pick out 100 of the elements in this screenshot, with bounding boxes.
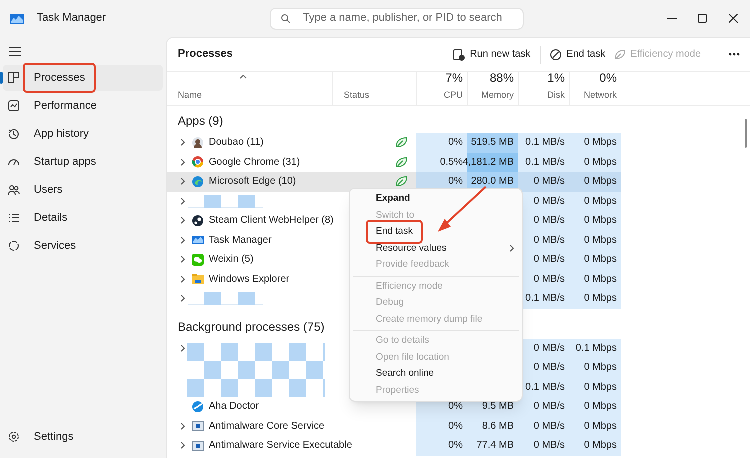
table-cell: 0 Mbps: [569, 152, 621, 172]
process-name[interactable]: Aha Doctor: [209, 399, 260, 414]
sidebar-item[interactable]: App history: [3, 121, 163, 147]
sidebar-item[interactable]: Users: [3, 177, 163, 203]
selection-indicator: [0, 72, 3, 84]
sidebar-item[interactable]: Services: [3, 233, 163, 259]
table-cell: 0 MB/s: [518, 172, 569, 192]
table-cell: 0 MB/s: [518, 397, 569, 416]
search-field[interactable]: Type a name, publisher, or PID to search: [270, 8, 524, 30]
table-cell: 0 Mbps: [569, 211, 621, 230]
sidebar-label: Details: [34, 210, 68, 226]
chevron-right-icon[interactable]: [181, 198, 185, 205]
table-cell: 0 MB/s: [518, 416, 569, 436]
process-name[interactable]: Google Chrome (31): [209, 154, 300, 170]
chevron-right-icon[interactable]: [181, 178, 185, 186]
table-cell: 0.1 MB/s: [518, 152, 569, 172]
sidebar-item[interactable]: Details: [3, 205, 163, 231]
usage-percent: 7%: [446, 70, 463, 86]
sidebar-label: Processes: [23, 62, 96, 94]
app-logo-icon: [10, 14, 24, 24]
process-name[interactable]: Task Manager: [209, 232, 272, 248]
swirl-logo-icon: [192, 400, 204, 413]
page-title: Processes: [178, 47, 234, 62]
usage-percent: 1%: [548, 70, 565, 86]
chevron-right-icon[interactable]: [181, 139, 185, 146]
process-name[interactable]: Windows Explorer: [209, 272, 290, 287]
maximize-icon[interactable]: [698, 14, 707, 23]
chevron-right-icon[interactable]: [181, 276, 185, 283]
more-icon[interactable]: [729, 53, 740, 56]
prohibit-icon: [550, 48, 562, 60]
chevron-right-icon[interactable]: [181, 442, 185, 450]
column-header[interactable]: Name: [178, 88, 332, 102]
run-task-icon: [453, 48, 466, 60]
table-cell: 8.6 MB: [467, 416, 518, 436]
steam-logo-icon: [192, 214, 204, 227]
sidebar-item[interactable]: Startup apps: [3, 149, 163, 175]
sidebar-label: App history: [34, 126, 90, 142]
column-header[interactable]: CPU: [444, 88, 463, 102]
table-cell: 0 Mbps: [569, 192, 621, 211]
table-cell: 0 Mbps: [569, 133, 621, 152]
processes-icon: [8, 72, 20, 84]
table-cell: 77.4 MB: [467, 436, 518, 456]
menu-item[interactable]: Resource values: [376, 242, 447, 256]
table-cell: 0 Mbps: [569, 436, 621, 456]
table-cell: 0.1 MB/s: [518, 133, 569, 152]
chevron-right-icon[interactable]: [181, 217, 185, 224]
menu-item[interactable]: Expand: [376, 192, 410, 206]
chrome-logo-icon: [192, 156, 204, 168]
sidebar-label: Performance: [34, 98, 97, 114]
scroll-thumb[interactable]: [745, 119, 747, 148]
column-header[interactable]: Status: [344, 88, 416, 102]
process-name[interactable]: Microsoft Edge (10): [209, 174, 296, 190]
services-icon: [8, 240, 20, 252]
menu-icon[interactable]: [9, 47, 21, 56]
process-name[interactable]: Doubao (11): [209, 135, 264, 150]
process-name[interactable]: Steam Client WebHelper (8): [209, 213, 334, 228]
table-cell: 0 Mbps: [569, 230, 621, 250]
window-app-icon: [192, 420, 204, 432]
row-highlight[interactable]: Microsoft Edge (10): [167, 172, 332, 192]
annotation-arrow: [438, 186, 487, 232]
sidebar-item[interactable]: Performance: [3, 93, 163, 119]
table-cell: 0%: [416, 436, 467, 456]
process-name[interactable]: Antimalware Service Executable: [209, 438, 352, 454]
toolbar-button[interactable]: Run new task: [449, 42, 535, 66]
chevron-right-icon[interactable]: [181, 344, 185, 352]
table-cell: 0 Mbps: [569, 289, 621, 308]
column-header[interactable]: Disk: [548, 88, 565, 102]
table-cell: 0%: [416, 416, 467, 436]
table-cell: 0 Mbps: [569, 358, 621, 378]
sort-caret-icon: [240, 75, 247, 79]
menu-item[interactable]: End task: [366, 220, 423, 244]
chevron-right-icon[interactable]: [181, 236, 185, 244]
chevron-right-icon[interactable]: [181, 256, 185, 264]
menu-item[interactable]: Search online: [376, 367, 434, 382]
chevron-right-icon[interactable]: [181, 295, 185, 302]
process-name[interactable]: Antimalware Core Service: [209, 418, 325, 434]
sidebar-label: Services: [34, 238, 76, 254]
folder-icon: [192, 273, 204, 286]
column-header[interactable]: Memory: [481, 88, 514, 102]
table-cell: 0 Mbps: [569, 397, 621, 416]
search-icon: [281, 14, 292, 24]
process-name[interactable]: Weixin (5): [209, 252, 254, 268]
toolbar-button[interactable]: End task: [546, 42, 610, 66]
table-cell: 0 Mbps: [569, 270, 621, 289]
table-cell: 0 Mbps: [569, 172, 621, 192]
close-icon[interactable]: [729, 14, 738, 23]
sidebar-item[interactable]: Settings: [34, 428, 74, 446]
column-header[interactable]: Network: [584, 88, 617, 102]
chevron-right-icon[interactable]: [181, 158, 185, 166]
edge-logo-icon: [192, 176, 204, 188]
person-avatar-icon: [192, 136, 204, 149]
table-cell: 0.1 Mbps: [569, 338, 621, 358]
table-cell: 0%: [416, 133, 467, 152]
sidebar-item[interactable]: Processes: [3, 65, 163, 91]
window-app-icon: [192, 440, 204, 452]
chevron-right-icon[interactable]: [181, 422, 185, 430]
performance-icon: [8, 100, 20, 112]
sidebar-label: Users: [34, 182, 63, 198]
sidebar-label: Startup apps: [34, 154, 96, 170]
settings-icon: [8, 431, 20, 443]
